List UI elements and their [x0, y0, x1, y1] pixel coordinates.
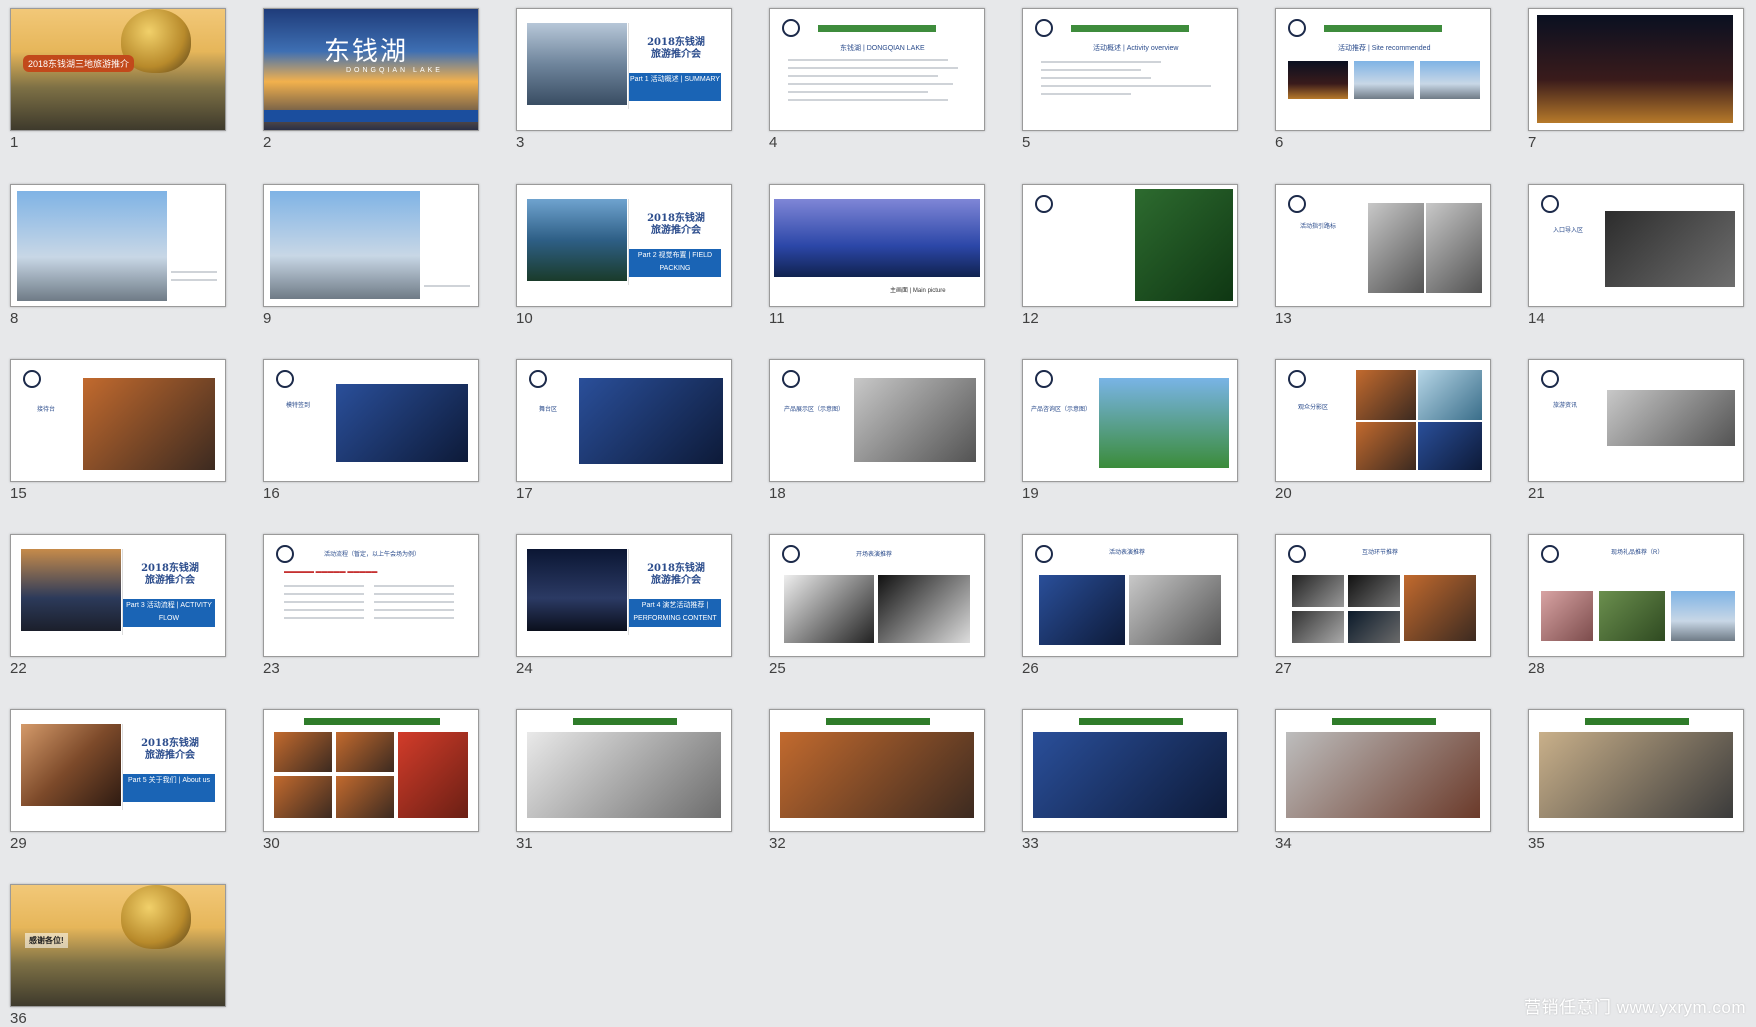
- slide-title: 东钱湖: [324, 37, 409, 67]
- slide-title: 产品咨询区（示意图）: [1031, 407, 1092, 413]
- cover-band: 2018东钱湖三地旅游推介: [23, 55, 135, 72]
- slide-number: 11: [769, 310, 785, 327]
- slide-number: 31: [516, 835, 533, 852]
- slide-title: 模特签到: [286, 403, 311, 409]
- slide-number: 3: [516, 134, 525, 151]
- slide-number: 29: [10, 835, 27, 852]
- slide-number: 2: [263, 134, 272, 151]
- watermark: 营销任意门 www.yxrym.com: [1524, 998, 1746, 1017]
- slide-subtitle: 活动推荐 | Site recommended: [1338, 45, 1431, 52]
- slide-title: 舞台区: [539, 407, 558, 413]
- slide-number: 36: [10, 1010, 27, 1027]
- slide-number: 13: [1275, 310, 1292, 327]
- slide-number: 33: [1022, 835, 1039, 852]
- slide-number: 9: [263, 310, 272, 327]
- slide-number: 7: [1528, 134, 1537, 151]
- slide-title: 活动流程（暂定，以上午会场为例）: [324, 552, 421, 558]
- slide-number: 19: [1022, 485, 1039, 502]
- slide-title: 互动环节推荐: [1362, 550, 1399, 556]
- slide-title: 旅游资讯: [1553, 403, 1578, 409]
- slide-number: 25: [769, 660, 786, 677]
- part-title: 2018东钱湖 旅游推介会: [647, 37, 705, 60]
- slide-number: 23: [263, 660, 280, 677]
- slide-number: 1: [10, 134, 19, 151]
- slide-number: 21: [1528, 485, 1545, 502]
- slide-number: 15: [10, 485, 27, 502]
- slide-subtitle: 活动概述 | Activity overview: [1093, 45, 1179, 52]
- slide-subtitle: DONGQIAN LAKE: [346, 67, 443, 74]
- slide-number: 22: [10, 660, 27, 677]
- slide-number: 14: [1528, 310, 1545, 327]
- slide-number: 26: [1022, 660, 1039, 677]
- part-title: 2018东钱湖 旅游推介会: [647, 213, 705, 236]
- slide-number: 8: [10, 310, 19, 327]
- slide-number: 30: [263, 835, 280, 852]
- slide-number: 4: [769, 134, 778, 151]
- slide-number: 6: [1275, 134, 1284, 151]
- slide-number: 32: [769, 835, 786, 852]
- slide-title: 观众分影区: [1298, 405, 1329, 411]
- slide-title: 现场礼品推荐（R）: [1611, 550, 1664, 556]
- part-title: 2018东钱湖 旅游推介会: [141, 563, 199, 586]
- slide-title: 活动表演推荐: [1109, 550, 1146, 556]
- slide-sorter-grid: 2018东钱湖三地旅游推介 1 东钱湖 DONGQIAN LAKE 2 2018…: [0, 0, 1756, 1027]
- slide-subtitle: 东钱湖 | DONGQIAN LAKE: [840, 45, 925, 52]
- slide-title: 开场表演推荐: [856, 552, 893, 558]
- slide-title: 产品展示区（示意图）: [784, 407, 845, 413]
- slide-number: 34: [1275, 835, 1292, 852]
- slide-title: 活动指引路标: [1300, 224, 1337, 230]
- slide-number: 5: [1022, 134, 1031, 151]
- slide-number: 28: [1528, 660, 1545, 677]
- slide-title: 接待台: [37, 407, 56, 413]
- slide-number: 20: [1275, 485, 1292, 502]
- slide-number: 16: [263, 485, 280, 502]
- slide-number: 18: [769, 485, 786, 502]
- slide-subtitle: 主画面 | Main picture: [890, 288, 946, 294]
- slide-number: 35: [1528, 835, 1545, 852]
- part-label: Part 4 演艺活动推荐 | PERFORMING CONTENT: [629, 599, 721, 627]
- part-label: Part 2 视觉布置 | FIELD PACKING: [629, 249, 721, 277]
- part-title: 2018东钱湖 旅游推介会: [647, 563, 705, 586]
- slide-number: 12: [1022, 310, 1039, 327]
- slide-number: 10: [516, 310, 533, 327]
- slide-title: 入口导入区: [1553, 228, 1584, 234]
- slide-number: 17: [516, 485, 533, 502]
- slide-number: 24: [516, 660, 533, 677]
- part-label: Part 1 活动概述 | SUMMARY: [629, 73, 721, 101]
- part-label: Part 5 关于我们 | About us: [123, 774, 215, 802]
- part-label: Part 3 活动流程 | ACTIVITY FLOW: [123, 599, 215, 627]
- thanks-title: 感谢各位!: [25, 933, 68, 948]
- part-title: 2018东钱湖 旅游推介会: [141, 738, 199, 761]
- slide-number: 27: [1275, 660, 1292, 677]
